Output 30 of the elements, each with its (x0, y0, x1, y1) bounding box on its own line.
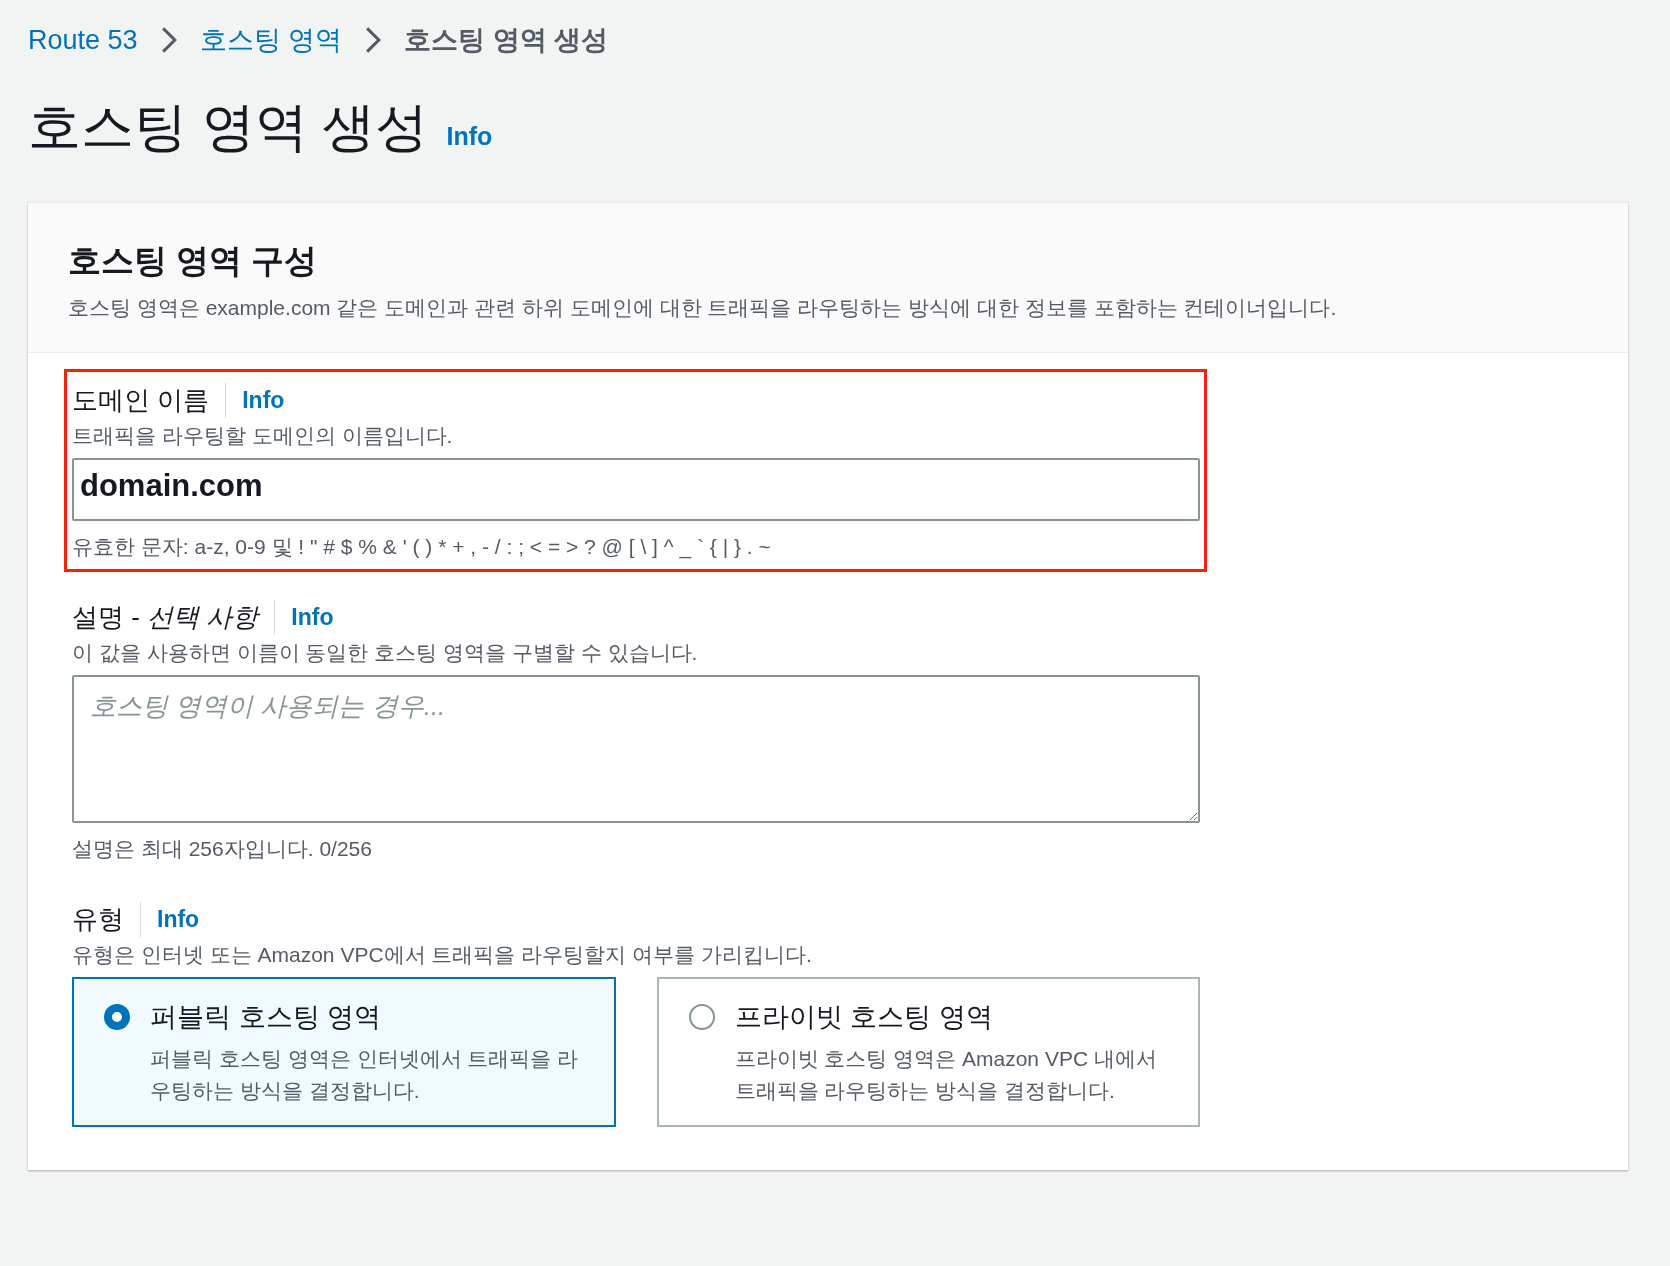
breadcrumb-link[interactable]: Route 53 (28, 24, 138, 56)
info-link[interactable]: Info (242, 386, 285, 414)
radio-tile[interactable]: 퍼블릭 호스팅 영역 퍼블릭 호스팅 영역은 인터넷에서 트래픽을 라우팅하는 방식을 결정합니다. (72, 977, 616, 1127)
radio-button[interactable] (688, 1004, 715, 1030)
option-title: 퍼블릭 호스팅 영역 (150, 1001, 382, 1034)
field-description: 유형은 인터넷 또는 Amazon VPC에서 트래픽을 라우팅할지 여부를 가리킵니다. (72, 942, 813, 968)
description-input-field[interactable]: 호스팅 영역이 사용되는 경우... (72, 675, 1200, 823)
panel-title: 호스팅 영역 구성 (68, 241, 319, 281)
chevron-right-icon (159, 26, 178, 54)
option-title: 프라이빗 호스팅 영역 (734, 1001, 994, 1034)
radio-tile[interactable]: 프라이빗 호스팅 영역 프라이빗 호스팅 영역은 Amazon VPC 내에서 트래픽을 라우팅하는 방식을 결정합니다. (656, 977, 1200, 1127)
field-description: 트래픽을 라우팅할 도메인의 이름입니다. (72, 423, 454, 449)
panel-description: 호스팅 영역은 example.com 같은 도메인과 관련 하위 도메인에 대한 트래픽을 라우팅하는 방식에 대한 정보를 포함하는 컨테이너입니다. (68, 295, 1338, 321)
option-description: 프라이빗 호스팅 영역은 Amazon VPC 내에서 트래픽을 라우팅하는 방식을 결정합니다. (734, 1046, 1158, 1104)
info-link[interactable]: Info (446, 122, 493, 151)
breadcrumb-current: 호스팅 영역 생성 (404, 24, 609, 57)
field-description: 이 값을 사용하면 이름이 동일한 호스팅 영역을 구별할 수 있습니다. (72, 640, 699, 666)
field-label: 도메인 이름 (72, 382, 227, 418)
constraint-text: 설명은 최대 256자입니다. 0/256 (72, 836, 373, 862)
page-title: 호스팅 영역 생성 (28, 96, 429, 158)
chevron-right-icon (364, 26, 383, 54)
info-link[interactable]: Info (291, 603, 334, 631)
breadcrumb-link[interactable]: 호스팅 영역 (199, 22, 343, 58)
option-description: 퍼블릭 호스팅 영역은 인터넷에서 트래픽을 라우팅하는 방식을 결정합니다. (150, 1046, 580, 1104)
constraint-text: 유효한 문자: a-z, 0-9 및 ! " # $ % & ' ( ) * + , - / : ; < = > ? @ [ \ ] ^ _ ` { | } . ~ (72, 534, 772, 561)
field-label: 설명 - 선택 사항 (72, 599, 276, 635)
info-link[interactable]: Info (157, 905, 200, 933)
radio-button[interactable] (104, 1004, 130, 1030)
field-label: 유형 (72, 901, 141, 937)
domain-input-field[interactable]: domain.com (72, 458, 1200, 521)
